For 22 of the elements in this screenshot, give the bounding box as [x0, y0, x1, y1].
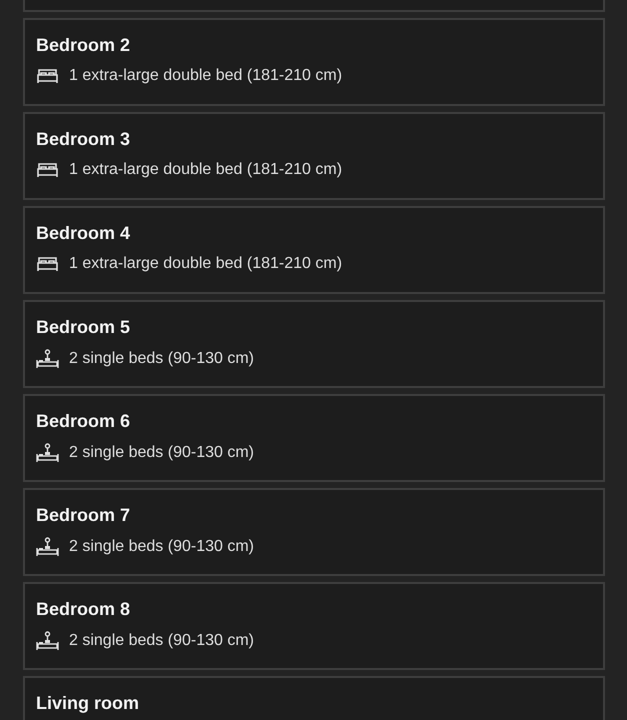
bed-description: 2 single beds (90-130 cm) [69, 632, 254, 650]
single-bed-icon [36, 443, 59, 463]
room-name: Bedroom 7 [36, 504, 132, 526]
bed-description: 1 extra-large double bed (181-210 cm) [69, 67, 342, 85]
double-bed-icon [36, 162, 59, 178]
room-name: Bedroom 4 [36, 222, 132, 244]
bed-description: 1 extra-large double bed (181-210 cm) [69, 255, 342, 273]
room-name: Bedroom 8 [36, 598, 132, 620]
room-name: Living room [36, 692, 140, 714]
room-name: Bedroom 2 [36, 34, 132, 56]
single-bed-icon [36, 349, 59, 369]
room-name: Bedroom 5 [36, 316, 132, 338]
double-bed-icon [36, 68, 59, 84]
bed-description: 2 single beds (90-130 cm) [69, 538, 254, 556]
room-name: Bedroom 3 [36, 128, 132, 150]
bed-description: 1 extra-large double bed (181-210 cm) [69, 161, 342, 179]
double-bed-icon [36, 256, 59, 272]
room-name: Bedroom 6 [36, 410, 132, 432]
single-bed-icon [36, 537, 59, 557]
single-bed-icon [36, 631, 59, 651]
bed-description: 2 single beds (90-130 cm) [69, 350, 254, 368]
bed-description: 2 single beds (90-130 cm) [69, 444, 254, 462]
